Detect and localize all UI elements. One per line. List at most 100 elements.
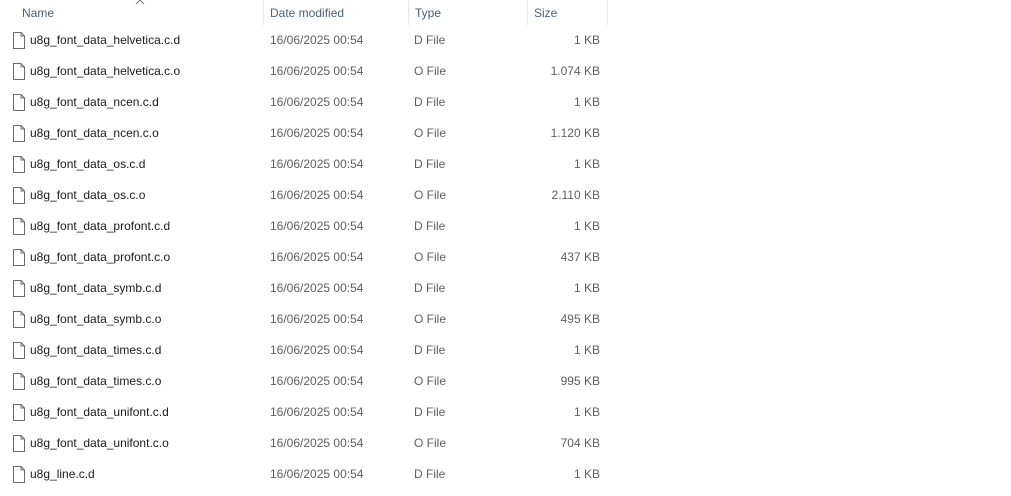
- file-date-modified: 16/06/2025 00:54: [270, 467, 364, 481]
- document-icon: [13, 404, 25, 421]
- file-row[interactable]: u8g_font_data_os.c.o 16/06/2025 00:54 O Fi…: [0, 180, 608, 211]
- file-date-modified: 16/06/2025 00:54: [270, 405, 364, 419]
- file-name: u8g_font_data_helvetica.c.o: [30, 64, 181, 78]
- file-type: D File: [414, 95, 446, 109]
- document-icon: [13, 342, 25, 359]
- file-row[interactable]: u8g_font_data_ncen.c.d 16/06/2025 00:54 D …: [0, 87, 608, 118]
- column-header-size[interactable]: Size: [527, 0, 608, 25]
- document-icon: [13, 125, 25, 142]
- file-name: u8g_font_data_symb.c.d: [30, 281, 162, 295]
- file-type: O File: [414, 374, 447, 388]
- document-icon: [13, 94, 25, 111]
- file-name: u8g_font_data_profont.c.o: [30, 250, 171, 264]
- file-name: u8g_font_data_times.c.d: [30, 343, 162, 357]
- file-date-modified: 16/06/2025 00:54: [270, 95, 364, 109]
- file-size: 1 KB: [573, 157, 600, 171]
- file-size: 1 KB: [573, 95, 600, 109]
- file-type: O File: [414, 126, 447, 140]
- file-size: 1 KB: [573, 219, 600, 233]
- file-row[interactable]: u8g_font_data_helvetica.c.d 16/06/2025 00…: [0, 25, 608, 56]
- file-size: 1 KB: [573, 467, 600, 481]
- file-size: 1.074 KB: [550, 64, 600, 78]
- column-header-name[interactable]: Name: [0, 0, 263, 25]
- file-row[interactable]: u8g_font_data_ncen.c.o 16/06/2025 00:54 O …: [0, 118, 608, 149]
- file-size: 1.120 KB: [550, 126, 600, 140]
- file-row[interactable]: u8g_font_data_profont.c.o 16/06/2025 00:5…: [0, 242, 608, 273]
- file-date-modified: 16/06/2025 00:54: [270, 64, 364, 78]
- file-type: O File: [414, 64, 447, 78]
- chevron-up-icon: [135, 0, 145, 5]
- file-row[interactable]: u8g_font_data_symb.c.d 16/06/2025 00:54 D …: [0, 273, 608, 304]
- file-name: u8g_font_data_os.c.d: [30, 157, 146, 171]
- file-name: u8g_font_data_symb.c.o: [30, 312, 162, 326]
- document-icon: [13, 63, 25, 80]
- file-date-modified: 16/06/2025 00:54: [270, 281, 364, 295]
- file-type: D File: [414, 343, 446, 357]
- file-type: D File: [414, 281, 446, 295]
- file-size: 2.110 KB: [551, 188, 600, 202]
- file-size: 995 KB: [560, 374, 600, 388]
- document-icon: [13, 187, 25, 204]
- file-date-modified: 16/06/2025 00:54: [270, 33, 364, 47]
- file-size: 1 KB: [573, 343, 600, 357]
- file-type: D File: [414, 219, 446, 233]
- file-name: u8g_font_data_unifont.c.d: [30, 405, 169, 419]
- file-type: O File: [414, 436, 447, 450]
- file-row[interactable]: u8g_font_data_profont.c.d 16/06/2025 00:5…: [0, 211, 608, 242]
- file-type: D File: [414, 467, 446, 481]
- file-date-modified: 16/06/2025 00:54: [270, 188, 364, 202]
- file-size: 437 KB: [560, 250, 600, 264]
- document-icon: [13, 280, 25, 297]
- file-size: 1 KB: [573, 281, 600, 295]
- column-header-type[interactable]: Type: [408, 0, 527, 25]
- file-list-view: Name Date modified Type Size u8g_font_da…: [0, 0, 1011, 496]
- file-type: O File: [414, 250, 447, 264]
- file-type: O File: [414, 188, 447, 202]
- file-rows: u8g_font_data_helvetica.c.d 16/06/2025 00…: [0, 25, 608, 490]
- file-type: O File: [414, 312, 447, 326]
- file-size: 495 KB: [560, 312, 600, 326]
- document-icon: [13, 373, 25, 390]
- column-header-size-label: Size: [534, 6, 558, 20]
- file-row[interactable]: u8g_font_data_symb.c.o 16/06/2025 00:54 O …: [0, 304, 608, 335]
- document-icon: [13, 311, 25, 328]
- file-type: D File: [414, 157, 446, 171]
- file-name: u8g_font_data_profont.c.d: [30, 219, 171, 233]
- column-divider[interactable]: [607, 0, 608, 25]
- column-header-date-label: Date modified: [270, 6, 345, 20]
- file-row[interactable]: u8g_font_data_unifont.c.d 16/06/2025 00:5…: [0, 397, 608, 428]
- file-size: 1 KB: [573, 405, 600, 419]
- file-date-modified: 16/06/2025 00:54: [270, 312, 364, 326]
- column-header-type-label: Type: [415, 6, 442, 20]
- file-date-modified: 16/06/2025 00:54: [270, 343, 364, 357]
- file-name: u8g_font_data_ncen.c.d: [30, 95, 159, 109]
- column-header-date-modified[interactable]: Date modified: [263, 0, 408, 25]
- file-name: u8g_line.c.d: [30, 467, 95, 481]
- file-date-modified: 16/06/2025 00:54: [270, 157, 364, 171]
- file-row[interactable]: u8g_font_data_helvetica.c.o 16/06/2025 00…: [0, 56, 608, 87]
- document-icon: [13, 249, 25, 266]
- document-icon: [13, 466, 25, 483]
- file-name: u8g_font_data_os.c.o: [30, 188, 146, 202]
- document-icon: [13, 156, 25, 173]
- file-name: u8g_font_data_helvetica.c.d: [30, 33, 181, 47]
- file-date-modified: 16/06/2025 00:54: [270, 126, 364, 140]
- file-row[interactable]: u8g_font_data_unifont.c.o 16/06/2025 00:5…: [0, 428, 608, 459]
- file-date-modified: 16/06/2025 00:54: [270, 436, 364, 450]
- document-icon: [13, 32, 25, 49]
- column-header-row: Name Date modified Type Size: [0, 0, 608, 25]
- file-row[interactable]: u8g_font_data_os.c.d 16/06/2025 00:54 D Fi…: [0, 149, 608, 180]
- file-name: u8g_font_data_times.c.o: [30, 374, 162, 388]
- file-date-modified: 16/06/2025 00:54: [270, 374, 364, 388]
- file-size: 1 KB: [573, 33, 600, 47]
- file-date-modified: 16/06/2025 00:54: [270, 219, 364, 233]
- file-row[interactable]: u8g_font_data_times.c.d 16/06/2025 00:54 D…: [0, 335, 608, 366]
- file-type: D File: [414, 33, 446, 47]
- file-name: u8g_font_data_unifont.c.o: [30, 436, 169, 450]
- file-row[interactable]: u8g_line.c.d 16/06/2025 00:54 D File 1 KB: [0, 459, 608, 490]
- file-row[interactable]: u8g_font_data_times.c.o 16/06/2025 00:54 O…: [0, 366, 608, 397]
- file-size: 704 KB: [560, 436, 600, 450]
- file-name: u8g_font_data_ncen.c.o: [30, 126, 159, 140]
- document-icon: [13, 218, 25, 235]
- file-type: D File: [414, 405, 446, 419]
